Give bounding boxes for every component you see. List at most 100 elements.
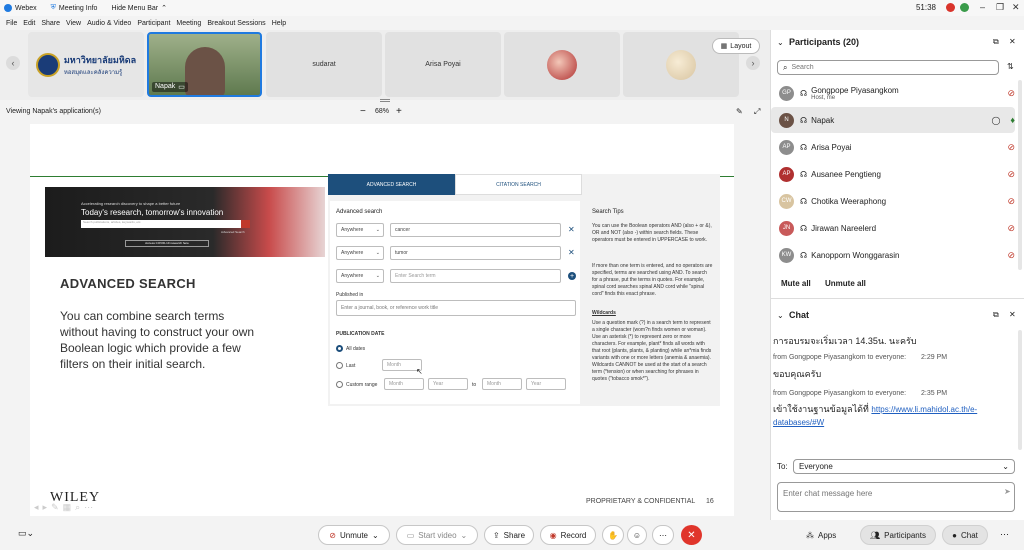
collapse-participants-icon[interactable]: ⌄ — [777, 38, 784, 47]
chat-bubble-icon[interactable]: ◯ — [991, 116, 1000, 125]
participants-label: Participants — [884, 530, 926, 540]
reactions-button[interactable]: ☺ — [627, 525, 647, 545]
close-panel-icon[interactable]: ✕ — [1009, 37, 1016, 46]
next-slide-icon[interactable]: ▸ — [43, 502, 48, 513]
people-icon: 👥︎ — [870, 530, 881, 540]
advanced-search-form: Advanced search Anywhere ⌄ cancer ✕ Anywh… — [330, 201, 580, 404]
chevron-left-icon[interactable]: ‹ — [6, 56, 20, 70]
zoom-in-button[interactable]: + — [396, 106, 402, 117]
more-icon[interactable]: ⋯ — [1000, 529, 1009, 540]
start-video-button[interactable]: ▭ Start video ⌄ — [396, 525, 478, 545]
video-thumbnail-strip: ‹ มหาวิทยาลัยมหิดล หอสมุดและคลังความรู้ … — [0, 30, 770, 100]
mic-muted-icon[interactable]: ⊘ — [1007, 223, 1015, 234]
menu-breakout-sessions[interactable]: Breakout Sessions — [207, 20, 265, 27]
participants-scrollbar[interactable] — [1018, 80, 1022, 270]
chat-button[interactable]: ● Chat — [942, 525, 988, 545]
prev-slide-icon[interactable]: ◂ — [34, 502, 39, 513]
custom-to-month: Month — [482, 378, 522, 390]
menu-share[interactable]: Share — [41, 20, 60, 27]
menu-participant[interactable]: Participant — [137, 20, 170, 27]
mahidol-logo-icon — [35, 52, 60, 77]
thumbnail-mahidol-library[interactable]: มหาวิทยาลัยมหิดล หอสมุดและคลังความรู้ — [28, 32, 144, 97]
participants-button[interactable]: 👥︎ Participants — [860, 525, 936, 545]
mic-muted-icon[interactable]: ⊘ — [1007, 169, 1015, 180]
send-icon[interactable]: ➤ — [1004, 487, 1011, 496]
menu-help[interactable]: Help — [272, 20, 286, 27]
share-button[interactable]: ⇪ Share — [484, 525, 534, 545]
maximize-icon[interactable]: ❐ — [996, 2, 1004, 13]
menu-edit[interactable]: Edit — [23, 20, 35, 27]
thumbnail-napak-active[interactable]: Napak ▭ — [147, 32, 262, 97]
participant-search[interactable]: ⌕ — [777, 60, 999, 75]
chevron-right-icon[interactable]: › — [746, 56, 760, 70]
apps-button[interactable]: ⁂ Apps — [806, 525, 836, 545]
zoom-icon[interactable]: ⌕ — [75, 502, 80, 513]
close-panel-icon[interactable]: ✕ — [1009, 310, 1016, 319]
chevron-down-icon: ⌄ — [375, 227, 380, 233]
app-name: Webex — [15, 4, 37, 12]
menu-view[interactable]: View — [66, 20, 81, 27]
menu-meeting[interactable]: Meeting — [176, 20, 201, 27]
participant-row-selected[interactable]: N ☊ Napak ◯ ♦ — [771, 107, 1015, 133]
thumbnail-arisa[interactable]: Arisa Poyai — [385, 32, 501, 97]
mic-muted-icon[interactable]: ⊘ — [1007, 88, 1015, 99]
thumbnail-sudarat[interactable]: sudarat — [266, 32, 382, 97]
unmute-all-button[interactable]: Unmute all — [825, 279, 866, 288]
mic-on-icon[interactable]: ♦ — [1010, 115, 1015, 125]
participant-row[interactable]: JN ☊ Jirawan Nareelerd ⊘ — [771, 215, 1015, 241]
annotate-icon[interactable]: ✎ — [736, 107, 743, 116]
popout-icon[interactable]: ⧉ — [993, 310, 999, 320]
pen-icon[interactable]: ✎ — [51, 502, 59, 513]
shield-icon: ⛨ — [50, 4, 56, 11]
menu-file[interactable]: File — [6, 20, 17, 27]
webex-app-menu[interactable]: Webex — [4, 4, 37, 12]
headset-icon: ☊ — [800, 142, 808, 152]
zoom-out-button[interactable]: − — [360, 106, 366, 117]
mic-muted-icon[interactable]: ⊘ — [1007, 250, 1015, 261]
screen-share-icon: ▭ — [178, 84, 185, 91]
banner-search-input: Search publications, articles, keywords,… — [81, 220, 245, 228]
minimize-icon[interactable]: – — [980, 2, 985, 12]
more-icon: ⋯ — [659, 530, 667, 540]
slide-footer: PROPRIETARY & CONFIDENTIAL — [586, 498, 696, 505]
captions-icon[interactable]: ▭⌄ — [18, 528, 34, 539]
participant-search-input[interactable] — [791, 64, 982, 71]
chat-input-box[interactable]: ➤ — [777, 482, 1015, 512]
wildcards-heading: Wildcards — [592, 310, 616, 316]
chat-scrollbar[interactable] — [1018, 330, 1022, 450]
chat-input[interactable] — [783, 489, 993, 498]
record-button[interactable]: ◉ Record — [540, 525, 596, 545]
unmute-button[interactable]: ⊘ Unmute ⌄ — [318, 525, 390, 545]
meeting-info-button[interactable]: ⛨ Meeting Info — [51, 4, 98, 12]
layout-button[interactable]: ▦ Layout — [712, 38, 760, 54]
more-options-button[interactable]: ⋯ — [652, 525, 674, 545]
more-icon[interactable]: ⋯ — [84, 502, 93, 513]
thumbnail-avatar-1[interactable] — [504, 32, 620, 97]
collapse-chat-icon[interactable]: ⌄ — [777, 311, 784, 320]
chat-recipient-select[interactable]: Everyone ⌄ — [793, 459, 1015, 474]
participant-row[interactable]: KW ☊ Kanopporn Wonggarasin ⊘ — [771, 242, 1015, 268]
grid-icon[interactable]: ▦ — [63, 502, 72, 513]
zoom-level[interactable]: 68% — [375, 108, 389, 115]
participant-row[interactable]: GP ☊ Gongpope Piyasangkom Host, me ⊘ — [771, 80, 1015, 106]
participant-row[interactable]: CW ☊ Chotika Weeraphong ⊘ — [771, 188, 1015, 214]
custom-range-label: Custom range — [346, 382, 378, 388]
participant-row[interactable]: AP ☊ Ausanee Pengtieng ⊘ — [771, 161, 1015, 187]
mic-muted-icon[interactable]: ⊘ — [1007, 196, 1015, 207]
headset-icon: ☊ — [800, 115, 808, 125]
mute-all-button[interactable]: Mute all — [781, 279, 811, 288]
participant-role: Host, me — [811, 94, 836, 101]
menu-audio-video[interactable]: Audio & Video — [87, 20, 131, 27]
slide-body-text: You can combine search terms without hav… — [60, 309, 255, 371]
mic-muted-icon[interactable]: ⊘ — [1007, 142, 1015, 153]
popout-icon[interactable]: ⤢ — [754, 107, 760, 117]
popout-icon[interactable]: ⧉ — [993, 37, 999, 47]
sort-icon[interactable]: ⇅ — [1007, 62, 1014, 71]
raise-hand-button[interactable]: ✋ — [602, 525, 624, 545]
hide-menu-bar-button[interactable]: Hide Menu Bar ⌃ — [111, 4, 167, 13]
close-window-icon[interactable]: ✕ — [1012, 2, 1020, 13]
leave-meeting-button[interactable]: ✕ — [681, 525, 702, 545]
participant-row[interactable]: AP ☊ Arisa Poyai ⊘ — [771, 134, 1015, 160]
menu-bar: File Edit Share View Audio & Video Parti… — [0, 16, 770, 30]
chat-time: 2:29 PM — [921, 354, 948, 361]
